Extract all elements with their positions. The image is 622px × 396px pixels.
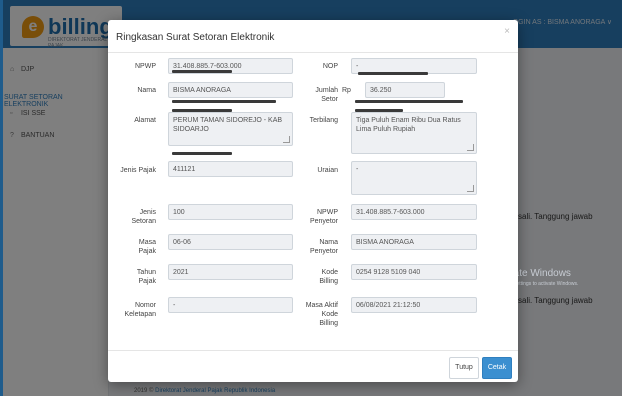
cetak-button[interactable]: Cetak (482, 357, 512, 379)
jenis-setoran-label: Jenis Setoran (110, 208, 156, 226)
resize-handle-icon[interactable] (283, 136, 290, 143)
tutup-button[interactable]: Tutup (449, 357, 479, 379)
label-line: Masa Aktif (305, 302, 338, 309)
label-line: Setoran (131, 218, 156, 225)
terbilang-textarea: Tiga Puluh Enam Ribu Dua Ratus Lima Pulu… (351, 112, 477, 154)
label-line: Keletapan (124, 311, 156, 318)
redaction-mark (172, 152, 232, 155)
redaction-mark (172, 100, 276, 103)
nop-label: NOP (322, 63, 338, 70)
label-line: Billing (319, 278, 338, 285)
uraian-label: Uraian (317, 167, 338, 174)
header-divider (108, 52, 518, 53)
terbilang-line-2: Lima Puluh Rupiah (356, 126, 416, 133)
nama-label: Nama (137, 87, 156, 94)
label-line: Masa (138, 239, 156, 246)
uraian-value: - (356, 166, 359, 173)
label-line: Penyetor (309, 218, 338, 225)
npwp-penyetor-field: 31.408.885.7-603.000 (351, 204, 477, 220)
jenis-pajak-field: 411121 (168, 161, 293, 177)
label-line: NPWP (317, 209, 338, 216)
masa-aktif-label: Masa Aktif Kode Billing (298, 301, 338, 328)
window-edge (0, 0, 3, 396)
jumlah-setor-label: Jumlah Setor (298, 86, 338, 104)
tahun-pajak-label: Tahun Pajak (110, 268, 156, 286)
nama-field: BISMA ANORAGA (168, 82, 293, 98)
jumlah-setor-field: 36.250 (365, 82, 445, 98)
resize-handle-icon[interactable] (467, 185, 474, 192)
close-icon[interactable]: × (504, 26, 510, 37)
nomor-ketetapan-field: - (168, 297, 293, 313)
nama-penyetor-label: Nama Penyetor (298, 238, 338, 256)
terbilang-label: Terbilang (309, 117, 338, 124)
alamat-label: Alamat (134, 117, 156, 124)
ringkasan-modal: Ringkasan Surat Setoran Elektronik × NPW… (108, 20, 518, 382)
kode-billing-label: Kode Billing (298, 268, 338, 286)
label-line: Pajak (138, 278, 156, 285)
uraian-textarea: - (351, 161, 477, 195)
label-line: Penyetor (309, 248, 338, 255)
label-line: Billing (319, 320, 338, 327)
jenis-pajak-label: Jenis Pajak (120, 167, 156, 174)
alamat-textarea: PERUM TAMAN SIDOREJO - KAB SIDOARJO (168, 112, 293, 146)
label-line: Nomor (134, 302, 156, 309)
label-line: Kode (321, 311, 338, 318)
alamat-line-1: PERUM TAMAN SIDOREJO - KAB (173, 117, 283, 124)
redaction-mark (358, 72, 428, 75)
masa-pajak-field: 06-06 (168, 234, 293, 250)
label-line: Jumlah (315, 87, 338, 94)
resize-handle-icon[interactable] (467, 144, 474, 151)
label-line: Setor (321, 96, 338, 103)
masa-aktif-field: 06/08/2021 21:12:50 (351, 297, 477, 313)
nama-penyetor-field: BISMA ANORAGA (351, 234, 477, 250)
label-line: Pajak (138, 248, 156, 255)
npwp-penyetor-label: NPWP Penyetor (298, 208, 338, 226)
label-line: Tahun (136, 269, 156, 276)
currency-label: Rp (342, 87, 351, 94)
label-line: Nama (319, 239, 338, 246)
kode-billing-field: 0254 9128 5109 040 (351, 264, 477, 280)
footer-divider (108, 350, 518, 351)
terbilang-line-1: Tiga Puluh Enam Ribu Dua Ratus (356, 117, 461, 124)
nomor-ketetapan-label: Nomor Keletapan (110, 301, 156, 319)
label-line: Kode (321, 269, 338, 276)
jenis-setoran-field: 100 (168, 204, 293, 220)
redaction-mark (355, 100, 463, 103)
modal-title: Ringkasan Surat Setoran Elektronik (116, 32, 275, 43)
tahun-pajak-field: 2021 (168, 264, 293, 280)
label-line: Jenis (139, 209, 156, 216)
masa-pajak-label: Masa Pajak (110, 238, 156, 256)
alamat-line-2: SIDOARJO (173, 126, 209, 133)
npwp-label: NPWP (135, 63, 156, 70)
redaction-mark (172, 70, 232, 73)
